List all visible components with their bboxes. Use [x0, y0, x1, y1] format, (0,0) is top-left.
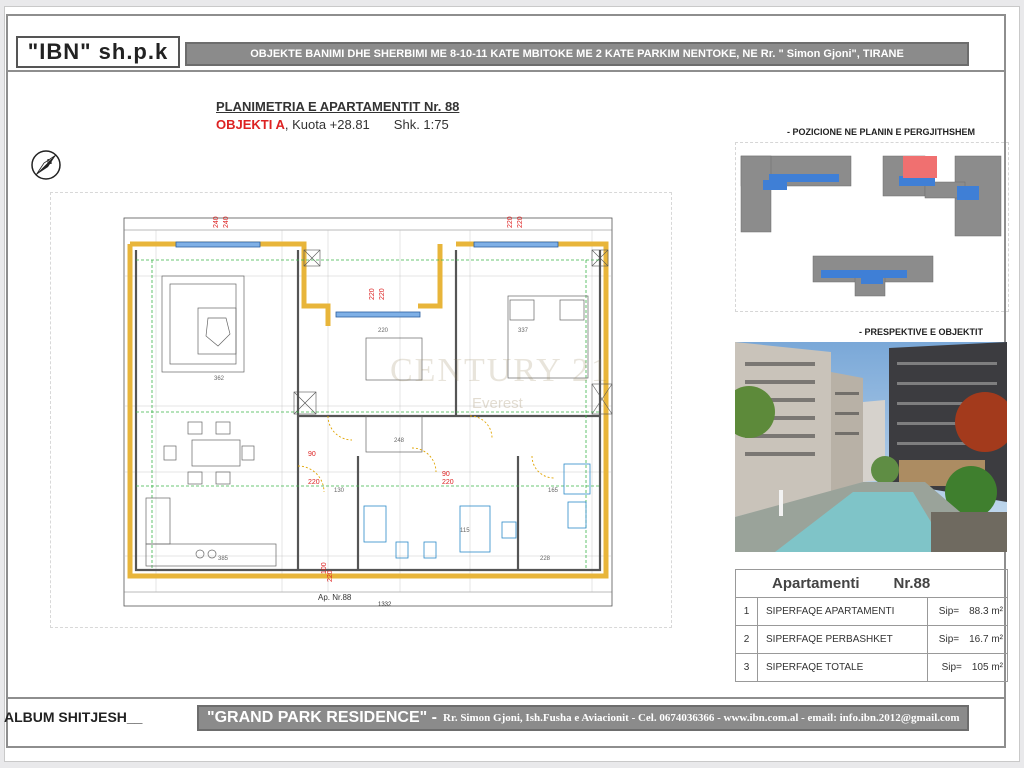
dim-220f: 220: [308, 479, 320, 486]
contact-info: Rr. Simon Gjoni, Ish.Fusha e Aviacionit …: [443, 712, 960, 724]
plan-subtitle: OBJEKTI A, Kuota +28.81 Shk. 1:75: [216, 117, 449, 132]
apartment-number: Nr.88: [893, 575, 931, 592]
dim-220d: 220: [379, 288, 386, 300]
perspective-label: - PRESPEKTIVE E OBJEKTIT: [859, 327, 984, 337]
plan-title: PLANIMETRIA E APARTAMENTIT Nr. 88: [216, 99, 460, 114]
project-description: OBJEKTE BANIMI DHE SHERBIMI ME 8-10-11 K…: [185, 42, 969, 66]
dim-130: 130: [334, 488, 345, 494]
dim-165: 165: [548, 488, 559, 494]
svg-text:N: N: [47, 159, 52, 166]
header-divider: [6, 70, 1006, 72]
apartment-tag: Ap. Nr.88: [318, 593, 352, 602]
watermark: CENTURY 21: [390, 352, 610, 389]
total-width-dim: 1332: [378, 602, 392, 608]
dim-385: 385: [218, 556, 229, 562]
north-arrow-icon: N: [31, 150, 61, 180]
dim-220g: 220: [442, 479, 454, 486]
table-row: 3 SIPERFAQE TOTALE Sip= 105 m²: [735, 653, 1008, 682]
area-table: Apartamenti Nr.88 1 SIPERFAQE APARTAMENTI…: [735, 569, 1008, 682]
dim-228: 228: [540, 556, 551, 562]
dim-220h: 220: [378, 328, 389, 334]
dim-90a: 90: [308, 451, 316, 458]
residence-name: "GRAND PARK RESIDENCE" -: [207, 709, 437, 726]
dim-362: 362: [214, 376, 225, 382]
dim-240b: 240: [223, 216, 230, 228]
dim-240a: 240: [213, 216, 220, 228]
dim-248: 248: [394, 438, 405, 444]
album-label: ALBUM SHITJESH__: [4, 709, 143, 725]
floor-plan: 240 240 220 220 220 220 100 220 90 220 9…: [123, 216, 613, 608]
area-table-header: Apartamenti Nr.88: [735, 569, 1008, 598]
dim-337: 337: [518, 328, 529, 334]
dim-220a: 220: [507, 216, 514, 228]
dim-220b: 220: [517, 216, 524, 228]
site-plan: [740, 155, 1002, 297]
level-label: , Kuota +28.81: [284, 117, 370, 132]
dim-115: 115: [460, 528, 470, 534]
object-label: OBJEKTI A: [216, 117, 285, 132]
table-row: 1 SIPERFAQE APARTAMENTI Sip= 88.3 m²: [735, 597, 1008, 626]
dim-220e: 220: [327, 570, 334, 582]
apartment-label: Apartamenti: [772, 575, 860, 592]
position-label: - POZICIONE NE PLANIN E PERGJITHSHEM: [787, 127, 976, 137]
table-row: 2 SIPERFAQE PERBASHKET Sip= 16.7 m²: [735, 625, 1008, 654]
dim-90b: 90: [442, 471, 450, 478]
watermark-sub: Everest: [472, 395, 523, 412]
footer-bar: "GRAND PARK RESIDENCE" - Rr. Simon Gjoni…: [197, 705, 969, 731]
dim-220c: 220: [369, 288, 376, 300]
footer-divider: [6, 697, 1006, 699]
company-name: "IBN" sh.p.k: [16, 36, 180, 68]
building-perspective-image: [735, 342, 1007, 552]
scale-label: Shk. 1:75: [393, 117, 449, 132]
